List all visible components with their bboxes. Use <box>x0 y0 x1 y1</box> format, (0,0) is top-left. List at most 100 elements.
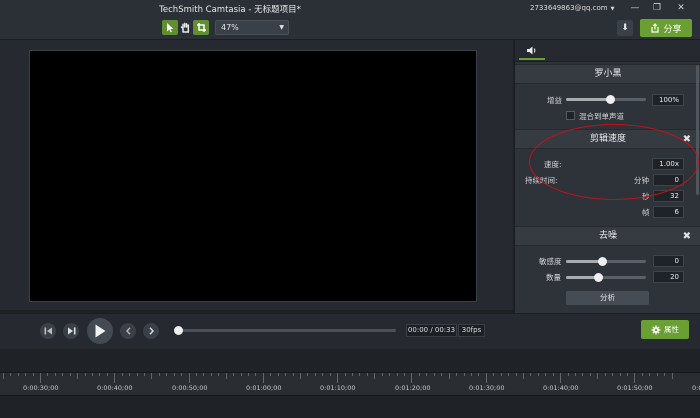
chevron-left-icon <box>125 327 131 335</box>
ruler-tick <box>248 373 249 376</box>
ruler-label: 0:01:50;00 <box>617 384 653 392</box>
close-icon[interactable]: ✖ <box>683 227 691 246</box>
ruler-tick <box>62 373 63 376</box>
ruler-tick <box>523 373 524 379</box>
ruler-tick <box>99 373 100 376</box>
ruler-tick <box>25 373 26 376</box>
ruler-tick <box>226 373 227 379</box>
ruler-tick <box>486 373 487 383</box>
ruler-tick <box>33 373 34 376</box>
ruler-tick <box>582 373 583 376</box>
ruler-tick <box>270 373 271 376</box>
ruler-tick <box>568 373 569 376</box>
play-icon <box>95 324 106 338</box>
ruler-tick <box>620 373 621 376</box>
ruler-label: 0:01:30;00 <box>469 384 505 392</box>
ruler-label: 0:0 <box>692 384 700 392</box>
ruler-tick <box>337 373 338 383</box>
amount-slider-handle[interactable] <box>594 273 603 282</box>
preview-canvas[interactable] <box>29 50 477 302</box>
properties-button[interactable]: 属性 <box>641 320 689 339</box>
share-button[interactable]: 分享 <box>640 19 692 37</box>
frames-field[interactable]: 6 <box>653 206 684 218</box>
denoise-title: 去噪 <box>598 231 617 241</box>
clip-name-header: 罗小黑 <box>515 64 700 84</box>
account-menu[interactable]: 2733649863@qq.com ▼ <box>530 4 614 12</box>
gain-value-field[interactable]: 100% <box>652 94 684 106</box>
gain-slider-handle[interactable] <box>606 95 615 104</box>
ruler-tick <box>419 373 420 376</box>
ruler-tick <box>218 373 219 376</box>
next-clip-button[interactable] <box>143 323 159 339</box>
chevron-down-icon: ▼ <box>610 6 615 12</box>
playhead-handle[interactable] <box>174 326 183 335</box>
timeline-ruler[interactable]: 0:00:30;00 0:00:40;00 0:00:50;00 0:01:00;00… <box>0 372 700 396</box>
tab-audio[interactable] <box>519 42 545 60</box>
ruler-tick <box>293 373 294 376</box>
ruler-tick <box>203 373 204 376</box>
properties-label: 属性 <box>664 325 679 334</box>
step-forward-button[interactable] <box>63 323 79 339</box>
ruler-tick <box>241 373 242 376</box>
sensitivity-slider-handle[interactable] <box>598 257 607 266</box>
ruler-tick <box>590 373 591 376</box>
maximize-button[interactable]: ❐ <box>649 1 665 15</box>
analyze-button[interactable]: 分析 <box>566 291 649 305</box>
sensitivity-value-field[interactable]: 0 <box>653 255 684 267</box>
ruler-tick <box>285 373 286 376</box>
ruler-tick <box>672 373 673 379</box>
step-forward-icon <box>67 327 75 335</box>
ruler-tick <box>411 373 412 383</box>
previous-clip-button[interactable] <box>120 323 136 339</box>
ruler-tick <box>181 373 182 376</box>
ruler-tick <box>322 373 323 376</box>
gear-icon <box>651 325 661 334</box>
share-label: 分享 <box>663 24 682 35</box>
ruler-tick <box>144 373 145 376</box>
ruler-tick <box>605 373 606 376</box>
zoom-value: 47% <box>221 23 239 32</box>
amount-value-field[interactable]: 20 <box>653 271 684 283</box>
fps-display[interactable]: 30fps <box>458 324 485 337</box>
zoom-select[interactable]: 47% ▼ <box>215 20 289 35</box>
crop-tool-button[interactable] <box>193 20 209 35</box>
ruler-tick <box>553 373 554 376</box>
ruler-tick <box>449 373 450 379</box>
ruler-tick <box>255 373 256 376</box>
ruler-tick <box>85 373 86 376</box>
ruler-tick <box>352 373 353 376</box>
ruler-label: 0:00:50;00 <box>172 384 208 392</box>
sensitivity-label: 敏感度 <box>539 257 562 266</box>
ruler-tick <box>189 373 190 383</box>
select-tool-button[interactable] <box>162 20 178 35</box>
ruler-tick <box>464 373 465 376</box>
amount-label: 数量 <box>546 273 561 282</box>
panel-scrollbar[interactable] <box>696 65 699 195</box>
ruler-tick <box>441 373 442 376</box>
step-back-icon <box>44 327 52 335</box>
playback-progress-track[interactable] <box>178 329 396 332</box>
play-button[interactable] <box>87 318 113 344</box>
ruler-tick <box>404 373 405 376</box>
ruler-label: 0:01:20;00 <box>395 384 431 392</box>
close-window-button[interactable]: ✕ <box>673 1 689 15</box>
ruler-tick <box>3 373 4 379</box>
ruler-tick <box>166 373 167 376</box>
mix-mono-checkbox[interactable] <box>566 111 575 120</box>
step-back-button[interactable] <box>40 323 56 339</box>
cursor-arrow-icon <box>167 23 174 33</box>
ruler-tick <box>107 373 108 376</box>
ruler-tick <box>196 373 197 376</box>
properties-panel: 罗小黑 增益 100% 混合到单声道 剪辑速度 ✖ 速度: 1.00x 持续时间… <box>514 40 700 313</box>
minimize-button[interactable]: — <box>627 1 643 15</box>
window-title: TechSmith Camtasia - 无标题项目* <box>159 5 301 15</box>
annotation-ellipse <box>529 124 699 200</box>
pan-tool-button[interactable] <box>177 20 193 35</box>
ruler-tick <box>55 373 56 376</box>
ruler-tick <box>501 373 502 376</box>
mix-mono-label: 混合到单声道 <box>579 112 624 121</box>
download-button[interactable]: ⬇ <box>617 20 633 36</box>
ruler-tick <box>159 373 160 376</box>
ruler-tick <box>493 373 494 376</box>
ruler-tick <box>612 373 613 376</box>
